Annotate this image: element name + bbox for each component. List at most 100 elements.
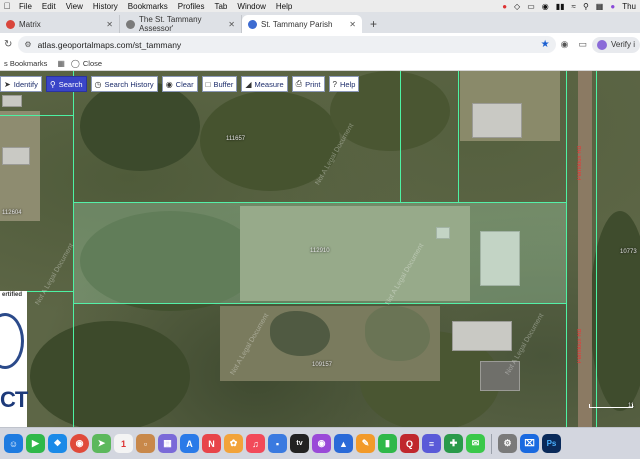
podcasts-icon[interactable]: ◉: [312, 434, 331, 453]
search-icon[interactable]: ⚲: [583, 2, 589, 11]
clear-icon: ◉: [165, 79, 173, 89]
site-info-icon[interactable]: ⚙: [24, 40, 31, 49]
extensions-icon[interactable]: ◉: [561, 39, 569, 50]
bookmarks-link[interactable]: s Bookmarks: [0, 59, 51, 68]
map-canvas[interactable]: Perrilloux Rd Perrilloux Rd 111657 11260…: [0, 71, 640, 427]
notes-icon[interactable]: ▫: [136, 434, 155, 453]
safari-icon[interactable]: ❖: [48, 434, 67, 453]
parcel-boundary: [400, 71, 401, 202]
close-bookmark[interactable]: ◯ Close: [71, 59, 102, 68]
menu-profiles[interactable]: Profiles: [173, 2, 210, 11]
new-tab-icon[interactable]: +: [362, 15, 385, 33]
chrome-icon[interactable]: ◉: [70, 434, 89, 453]
pages-icon[interactable]: ✎: [356, 434, 375, 453]
clear-button[interactable]: ◉ Clear: [161, 76, 198, 92]
maps-icon[interactable]: ➤: [92, 434, 111, 453]
system-settings-icon[interactable]: ⚙: [498, 434, 517, 453]
tab-label: The St. Tammany Assessor': [139, 15, 202, 33]
road-label: Perrilloux Rd: [577, 329, 583, 364]
menu-tab[interactable]: Tab: [209, 2, 232, 11]
apps-grid-icon[interactable]: ▦: [51, 59, 71, 68]
photos-icon[interactable]: ✿: [224, 434, 243, 453]
record-icon[interactable]: ◉: [542, 2, 549, 11]
parish-favicon-icon: [248, 19, 257, 29]
news-icon[interactable]: N: [202, 434, 221, 453]
creative-cloud-icon[interactable]: ●: [502, 2, 507, 11]
building: [2, 95, 22, 107]
menu-view[interactable]: View: [61, 2, 88, 11]
parcel-boundary: [458, 71, 459, 202]
keynote-icon[interactable]: ▲: [334, 434, 353, 453]
measure-button[interactable]: ◢ Measure: [241, 76, 288, 92]
help-label: Help: [339, 79, 356, 89]
messages-icon[interactable]: ✉: [466, 434, 485, 453]
close-icon[interactable]: ✕: [343, 20, 356, 29]
launchpad-icon[interactable]: ▦: [158, 434, 177, 453]
music-icon[interactable]: ♫: [246, 434, 265, 453]
bookmarks-bar: s Bookmarks ▦ ◯ Close: [0, 56, 640, 71]
menu-window[interactable]: Window: [232, 2, 270, 11]
screen-icon[interactable]: ▪: [268, 434, 287, 453]
bookmark-star-icon[interactable]: ★: [541, 39, 550, 50]
menu-edit[interactable]: Edit: [37, 2, 61, 11]
reminders-icon[interactable]: ≡: [422, 434, 441, 453]
reload-icon[interactable]: ↻: [0, 39, 16, 50]
url-field[interactable]: ⚙ atlas.geoportalmaps.com/st_tammany ★: [18, 36, 556, 53]
bluetooth-icon[interactable]: ⌧: [520, 434, 539, 453]
tab-matrix[interactable]: Matrix ✕: [0, 15, 120, 33]
menu-file[interactable]: File: [14, 2, 37, 11]
menu-history[interactable]: History: [88, 2, 123, 11]
parcel-boundary: [73, 304, 74, 427]
search-history-button[interactable]: ◷ Search History: [90, 76, 158, 92]
tab-st-tammany-parish[interactable]: St. Tammany Parish ✕: [242, 15, 362, 33]
menu-help[interactable]: Help: [271, 2, 297, 11]
app-store-icon[interactable]: A: [180, 434, 199, 453]
sheets-icon[interactable]: ✚: [444, 434, 463, 453]
identify-button[interactable]: ➤ Identify: [0, 76, 42, 92]
road-label: Perrilloux Rd: [577, 146, 583, 181]
close-icon[interactable]: ✕: [100, 20, 113, 29]
facetime-icon[interactable]: ▶: [26, 434, 45, 453]
control-center-icon[interactable]: ▦: [596, 2, 604, 11]
menu-bookmarks[interactable]: Bookmarks: [123, 2, 173, 11]
brand-logo: CT: [0, 387, 28, 412]
buffer-button[interactable]: □ Buffer: [201, 76, 238, 92]
building: [452, 321, 512, 351]
menubar-clock[interactable]: Thu: [622, 2, 636, 11]
url-text: atlas.geoportalmaps.com/st_tammany: [37, 39, 182, 50]
quora-icon[interactable]: Q: [400, 434, 419, 453]
search-button[interactable]: ⚲ Search: [45, 76, 87, 92]
print-button[interactable]: ⎙ Print: [291, 76, 325, 92]
apple-icon[interactable]: : [0, 1, 14, 11]
browser-tab-strip: Matrix ✕ The St. Tammany Assessor' ✕ St.…: [0, 12, 640, 33]
globe-icon: ◯: [70, 58, 80, 68]
wifi-icon[interactable]: ≈: [572, 2, 576, 11]
close-icon[interactable]: ✕: [222, 20, 235, 29]
certified-label: ertified: [2, 292, 23, 298]
profile-button[interactable]: Verify i: [591, 36, 640, 53]
downloads-icon[interactable]: ▭: [578, 39, 587, 50]
printer-icon: ⎙: [295, 79, 303, 88]
photoshop-icon[interactable]: Ps: [542, 434, 561, 453]
building: [472, 103, 522, 138]
display-icon[interactable]: ▭: [527, 2, 535, 11]
finder-icon[interactable]: ☺: [4, 434, 23, 453]
tab-label: St. Tammany Parish: [261, 19, 333, 29]
tv-icon[interactable]: tv: [290, 434, 309, 453]
profile-label: Verify i: [610, 40, 635, 49]
help-button[interactable]: ? Help: [328, 76, 360, 92]
parcel-label: 111657: [226, 136, 246, 142]
battery-icon[interactable]: ▮▮: [556, 2, 565, 11]
parcel-label: 109157: [312, 362, 333, 368]
tree-cluster: [590, 211, 640, 411]
tab-assessor[interactable]: The St. Tammany Assessor' ✕: [120, 15, 242, 33]
calendar-icon[interactable]: 1: [114, 434, 133, 453]
siri-icon[interactable]: ●: [610, 2, 615, 11]
assessor-favicon-icon: [126, 19, 135, 29]
parcel-label: 10773: [620, 249, 637, 255]
parcel-boundary: [596, 71, 597, 427]
cleared-lot: [0, 111, 40, 221]
matrix-favicon-icon: [6, 19, 15, 29]
dropbox-icon[interactable]: ◇: [514, 2, 520, 11]
numbers-icon[interactable]: ▮: [378, 434, 397, 453]
